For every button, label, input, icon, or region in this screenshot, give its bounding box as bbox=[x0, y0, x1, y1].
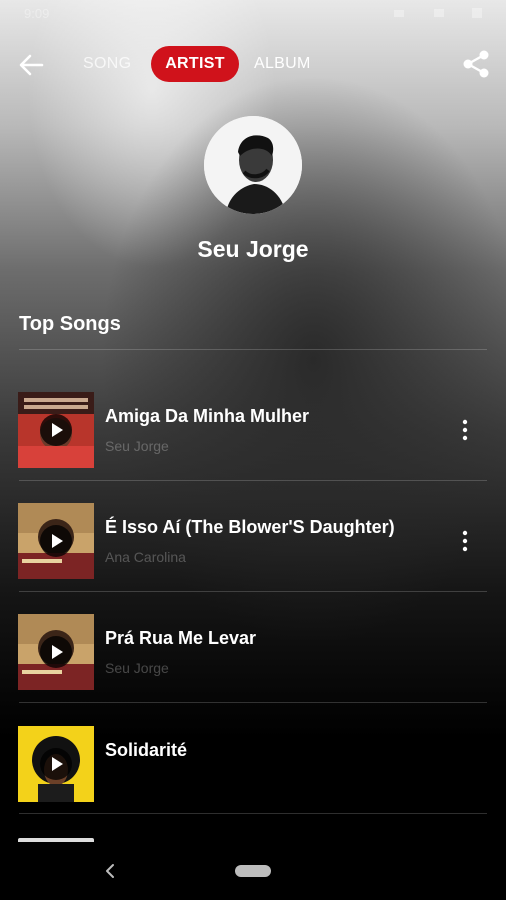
section-title-top-songs: Top Songs bbox=[19, 313, 121, 335]
song-row[interactable]: Prá Rua Me Levar Seu Jorge bbox=[0, 614, 506, 714]
tab-song[interactable]: SONG bbox=[83, 46, 131, 82]
system-navigation-bar bbox=[0, 842, 506, 900]
nav-home-pill[interactable] bbox=[235, 865, 271, 877]
play-icon bbox=[52, 757, 63, 771]
tab-artist[interactable]: ARTIST bbox=[151, 46, 239, 82]
share-icon[interactable] bbox=[460, 48, 492, 80]
play-button[interactable] bbox=[40, 414, 72, 446]
nav-back-icon[interactable] bbox=[102, 862, 118, 880]
song-artist: Seu Jorge bbox=[105, 660, 169, 676]
divider bbox=[19, 591, 487, 592]
play-icon bbox=[52, 423, 63, 437]
divider bbox=[19, 813, 487, 814]
song-row[interactable]: Solidarité bbox=[0, 726, 506, 826]
back-arrow-icon[interactable] bbox=[16, 50, 46, 80]
song-row[interactable]: É Isso Aí (The Blower'S Daughter) Ana Ca… bbox=[0, 503, 506, 603]
play-icon bbox=[52, 534, 63, 548]
play-icon bbox=[52, 645, 63, 659]
song-artist: Seu Jorge bbox=[105, 438, 169, 454]
divider bbox=[19, 349, 487, 350]
song-row[interactable]: Amiga Da Minha Mulher Seu Jorge bbox=[0, 392, 506, 492]
play-button[interactable] bbox=[40, 636, 72, 668]
more-vert-icon[interactable] bbox=[457, 418, 473, 442]
status-bar: 9:09 bbox=[0, 0, 506, 26]
more-vert-icon[interactable] bbox=[457, 529, 473, 553]
song-title: É Isso Aí (The Blower'S Daughter) bbox=[105, 517, 395, 537]
artist-avatar bbox=[204, 116, 302, 214]
divider bbox=[19, 480, 487, 481]
play-button[interactable] bbox=[40, 748, 72, 780]
song-title: Amiga Da Minha Mulher bbox=[105, 406, 310, 426]
tab-album[interactable]: ALBUM bbox=[254, 46, 311, 82]
song-title: Solidarité bbox=[105, 740, 188, 760]
album-thumbnail bbox=[18, 726, 94, 802]
album-thumbnail bbox=[18, 392, 94, 468]
artist-name: Seu Jorge bbox=[197, 236, 309, 262]
album-thumbnail bbox=[18, 503, 94, 579]
top-bar: SONG ARTIST ALBUM bbox=[0, 40, 506, 90]
play-button[interactable] bbox=[40, 525, 72, 557]
song-title: Prá Rua Me Levar bbox=[105, 628, 257, 648]
divider bbox=[19, 702, 487, 703]
song-artist: Ana Carolina bbox=[105, 549, 186, 565]
status-time: 9:09 bbox=[24, 6, 50, 21]
album-thumbnail bbox=[18, 614, 94, 690]
status-icons bbox=[394, 8, 482, 18]
